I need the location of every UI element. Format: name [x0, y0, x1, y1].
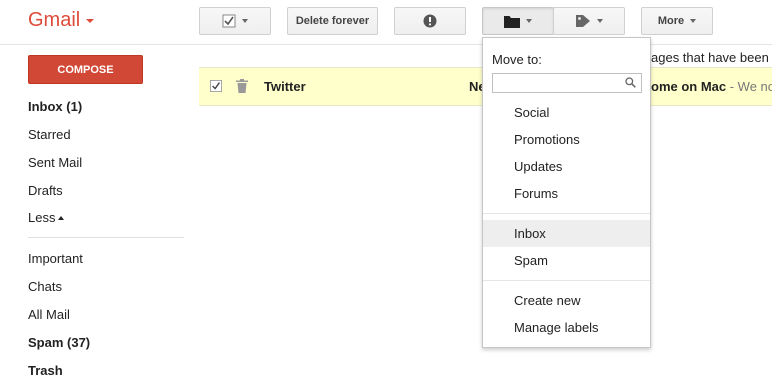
sidebar-item-less[interactable]: Less: [28, 210, 65, 225]
sidebar-item-all-mail[interactable]: All Mail: [28, 307, 70, 322]
trash-icon[interactable]: [236, 79, 248, 93]
email-snippet: - We not: [729, 79, 772, 94]
email-sender: Twitter: [264, 79, 306, 94]
folder-icon: [504, 15, 520, 28]
sidebar-item-starred[interactable]: Starred: [28, 127, 71, 142]
menu-item-social[interactable]: Social: [483, 99, 650, 126]
sidebar-item-sent-mail[interactable]: Sent Mail: [28, 155, 82, 170]
search-icon: [625, 77, 636, 88]
compose-label: COMPOSE: [57, 63, 114, 76]
move-to-menu: Move to: Social Promotions Updates Forum…: [482, 37, 651, 348]
more-button[interactable]: More: [641, 7, 713, 35]
report-spam-button[interactable]: [394, 7, 466, 35]
checkbox-checked-icon: [222, 14, 236, 28]
sidebar-item-drafts[interactable]: Drafts: [28, 183, 63, 198]
chevron-down-icon: [690, 19, 697, 23]
label-tag-icon: [576, 15, 590, 27]
menu-item-forums[interactable]: Forums: [483, 180, 650, 207]
email-subject: ome on Mac - We not: [651, 79, 772, 94]
select-checkbox-button[interactable]: [199, 7, 271, 35]
sidebar-item-trash[interactable]: Trash: [28, 363, 63, 378]
menu-item-create-new[interactable]: Create new: [483, 287, 650, 314]
delete-forever-label: Delete forever: [295, 15, 370, 27]
sidebar-item-inbox[interactable]: Inbox (1): [28, 99, 82, 114]
report-spam-icon: [423, 14, 437, 28]
checkbox-checked-icon[interactable]: [210, 80, 222, 92]
move-to-button[interactable]: [482, 7, 554, 35]
delete-forever-button[interactable]: Delete forever: [287, 7, 378, 35]
compose-button[interactable]: COMPOSE: [28, 55, 143, 84]
chevron-down-icon: [526, 19, 532, 23]
sidebar-divider: [28, 237, 184, 238]
more-label: More: [657, 15, 685, 27]
menu-item-inbox[interactable]: Inbox: [483, 220, 650, 247]
chevron-down-icon: [86, 18, 95, 23]
menu-divider: [483, 280, 650, 281]
less-label: Less: [28, 210, 56, 225]
labels-button[interactable]: [553, 7, 625, 35]
sidebar-item-spam[interactable]: Spam (37): [28, 335, 90, 350]
email-subject-text: ome on Mac: [651, 79, 727, 94]
chevron-up-icon: [58, 215, 65, 220]
menu-item-manage-labels[interactable]: Manage labels: [483, 314, 650, 341]
menu-item-promotions[interactable]: Promotions: [483, 126, 650, 153]
info-banner-text: ages that have been i: [651, 50, 772, 65]
sidebar-item-chats[interactable]: Chats: [28, 279, 62, 294]
menu-item-spam[interactable]: Spam: [483, 247, 650, 274]
move-to-heading: Move to:: [492, 52, 542, 67]
menu-item-updates[interactable]: Updates: [483, 153, 650, 180]
sidebar-item-important[interactable]: Important: [28, 251, 83, 266]
menu-divider: [483, 213, 650, 214]
chevron-down-icon: [597, 19, 603, 23]
move-to-search-input[interactable]: [492, 73, 642, 93]
chevron-down-icon: [242, 19, 248, 23]
header-divider: [0, 44, 772, 45]
gmail-logo[interactable]: Gmail: [28, 9, 95, 32]
brand-label: Gmail: [28, 9, 81, 31]
